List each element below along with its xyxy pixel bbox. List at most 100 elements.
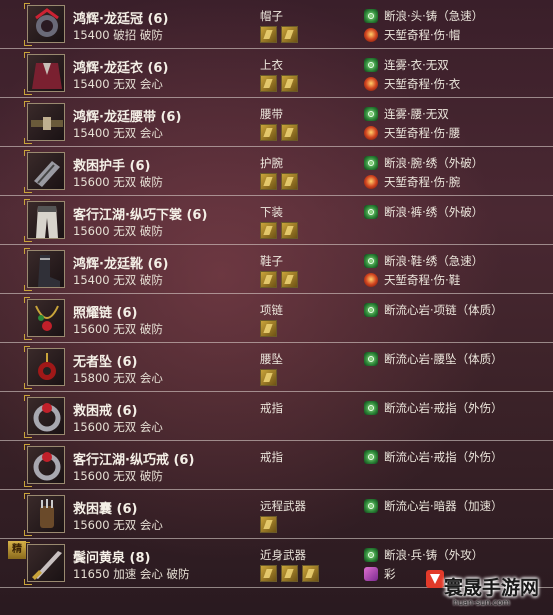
stone-icon[interactable]	[281, 565, 298, 582]
item-stats: 15600 无双 会心	[73, 518, 163, 532]
item-slot: 上衣	[260, 58, 283, 72]
stone-icon[interactable]	[260, 26, 277, 43]
ring-icon[interactable]	[27, 446, 65, 484]
stone-slots	[260, 271, 302, 289]
enhance-effect: 天堑奇程·伤·腰	[364, 125, 460, 141]
hat-icon[interactable]	[27, 5, 65, 43]
necklace-icon[interactable]	[27, 299, 65, 337]
item-slot: 腰带	[260, 107, 283, 121]
enchant-effect: 连雾·腰·无双	[364, 106, 449, 122]
enchant-icon	[364, 548, 378, 562]
equipment-row[interactable]: 鸿辉·龙廷靴 (6) 15400 无双 破防 鞋子 断浪·鞋·绣（急速） 天堑奇程·…	[0, 245, 553, 294]
item-slot: 戒指	[260, 401, 283, 415]
item-stats: 15400 无双 会心	[73, 126, 163, 140]
stone-icon[interactable]	[302, 565, 319, 582]
equipment-row[interactable]: 鸿辉·龙廷腰带 (6) 15400 无双 会心 腰带 连雾·腰·无双 天堑奇程·伤·…	[0, 98, 553, 147]
enchant-text: 断浪·头·铸（急速）	[384, 9, 484, 23]
item-slot: 护腕	[260, 156, 283, 170]
stone-icon[interactable]	[260, 320, 277, 337]
stone-slots	[260, 565, 323, 583]
stone-icon[interactable]	[260, 516, 277, 533]
equipment-row[interactable]: 鸿辉·龙廷冠 (6) 15400 破招 破防 帽子 断浪·头·铸（急速） 天堑奇程·…	[0, 0, 553, 49]
stone-icon[interactable]	[260, 124, 277, 141]
item-slot: 近身武器	[260, 548, 306, 562]
equipment-row[interactable]: 救困囊 (6) 15600 无双 会心 远程武器 断流心岩·暗器（加速）	[0, 490, 553, 539]
boots-icon[interactable]	[27, 250, 65, 288]
refine-badge: 精	[8, 541, 26, 559]
stone-icon[interactable]	[260, 565, 277, 582]
item-name: 救困护手 (6)	[73, 159, 151, 174]
stone-slots	[260, 320, 281, 338]
enhance-text: 天堑奇程·伤·帽	[384, 28, 461, 42]
equipment-row[interactable]: 客行江湖·纵巧下裳 (6) 15600 无双 破防 下装 断浪·裤·绣（外破）	[0, 196, 553, 245]
stone-icon[interactable]	[281, 222, 298, 239]
enchant-text: 断浪·鞋·绣（急速）	[384, 254, 484, 268]
pendant-icon[interactable]	[27, 348, 65, 386]
stone-icon[interactable]	[281, 75, 298, 92]
item-name: 客行江湖·纵巧戒 (6)	[73, 453, 195, 468]
enhance-effect: 天堑奇程·伤·衣	[364, 76, 460, 92]
stone-icon[interactable]	[260, 222, 277, 239]
enchant-effect: 断流心岩·戒指（外伤）	[364, 400, 503, 416]
enchant-effect: 断流心岩·戒指（外伤）	[364, 449, 503, 465]
stone-icon[interactable]	[281, 26, 298, 43]
item-slot: 项链	[260, 303, 283, 317]
stone-slots	[260, 124, 302, 142]
stone-icon[interactable]	[260, 271, 277, 288]
item-slot: 下装	[260, 205, 283, 219]
stone-icon[interactable]	[281, 173, 298, 190]
stone-icon[interactable]	[260, 369, 277, 386]
stone-slots	[260, 26, 302, 44]
enchant-effect: 断流心岩·腰坠（体质）	[364, 351, 503, 367]
enhance-icon	[364, 567, 378, 581]
stone-icon[interactable]	[260, 173, 277, 190]
item-stats: 15400 无双 会心	[73, 77, 163, 91]
item-slot: 腰坠	[260, 352, 283, 366]
enchant-effect: 断浪·头·铸（急速）	[364, 8, 483, 24]
item-stats: 15600 无双 破防	[73, 224, 163, 238]
item-slot: 鞋子	[260, 254, 283, 268]
enhance-icon	[364, 126, 378, 140]
stone-icon[interactable]	[260, 75, 277, 92]
ring-icon[interactable]	[27, 397, 65, 435]
item-name: 鸿辉·龙廷衣 (6)	[73, 61, 169, 76]
robe-icon[interactable]	[27, 54, 65, 92]
equipment-row[interactable]: 救困戒 (6) 15600 无双 会心 戒指 断流心岩·戒指（外伤）	[0, 392, 553, 441]
stone-slots	[260, 369, 281, 387]
enchant-text: 断浪·裤·绣（外破）	[384, 205, 484, 219]
bracer-icon[interactable]	[27, 152, 65, 190]
equipment-row[interactable]: 照耀链 (6) 15600 无双 破防 项链 断流心岩·项链（体质）	[0, 294, 553, 343]
enchant-text: 断浪·兵·铸（外攻）	[384, 548, 484, 562]
stone-icon[interactable]	[281, 124, 298, 141]
enchant-icon	[364, 9, 378, 23]
enhance-icon	[364, 28, 378, 42]
item-name: 救困戒 (6)	[73, 404, 138, 419]
equipment-row[interactable]: 无者坠 (6) 15800 无双 会心 腰坠 断流心岩·腰坠（体质）	[0, 343, 553, 392]
enhance-text: 天堑奇程·伤·衣	[384, 77, 461, 91]
equipment-row[interactable]: 救困护手 (6) 15600 无双 破防 护腕 断浪·腕·绣（外破） 天堑奇程·伤·…	[0, 147, 553, 196]
enhance-effect: 彩	[364, 566, 396, 582]
quiver-icon[interactable]	[27, 495, 65, 533]
blade-icon[interactable]	[27, 544, 65, 582]
equipment-row[interactable]: 客行江湖·纵巧戒 (6) 15600 无双 破防 戒指 断流心岩·戒指（外伤）	[0, 441, 553, 490]
item-stats: 15400 无双 破防	[73, 273, 163, 287]
item-name: 鸿辉·龙廷靴 (6)	[73, 257, 169, 272]
enchant-icon	[364, 58, 378, 72]
pants-icon[interactable]	[27, 201, 65, 239]
equipment-row[interactable]: 鸿辉·龙廷衣 (6) 15400 无双 会心 上衣 连雾·衣·无双 天堑奇程·伤·衣	[0, 49, 553, 98]
item-stats: 15600 无双 破防	[73, 175, 163, 189]
item-stats: 15800 无双 会心	[73, 371, 163, 385]
enchant-effect: 连雾·衣·无双	[364, 57, 449, 73]
enhance-icon	[364, 175, 378, 189]
enchant-text: 断流心岩·腰坠（体质）	[384, 352, 503, 366]
enchant-icon	[364, 107, 378, 121]
belt-icon[interactable]	[27, 103, 65, 141]
enchant-effect: 断流心岩·项链（体质）	[364, 302, 503, 318]
enhance-text: 天堑奇程·伤·鞋	[384, 273, 461, 287]
stone-icon[interactable]	[281, 271, 298, 288]
enchant-icon	[364, 205, 378, 219]
enchant-icon	[364, 401, 378, 415]
item-slot: 帽子	[260, 9, 283, 23]
enchant-text: 断浪·腕·绣（外破）	[384, 156, 484, 170]
enhance-effect: 天堑奇程·伤·帽	[364, 27, 460, 43]
